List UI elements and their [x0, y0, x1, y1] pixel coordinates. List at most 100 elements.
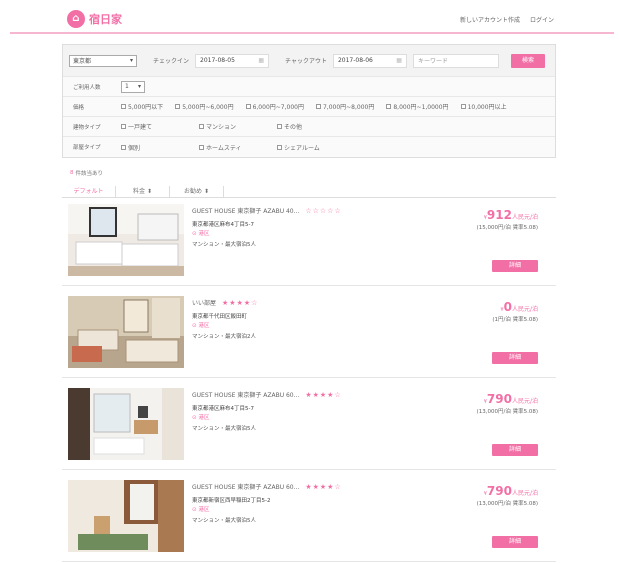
logo[interactable]: ⌂ 宿日家 [67, 10, 122, 28]
checkbox[interactable] [121, 104, 126, 109]
listing-card[interactable]: GUEST HOUSE 東京獅子 AZABU 60... ★★★★☆ 東京都新宿… [62, 474, 556, 562]
signup-link[interactable]: 新しいアカウント作成 [460, 15, 520, 24]
listing-card[interactable]: GUEST HOUSE 東京獅子 AZABU 40... ☆☆☆☆☆ 東京都港区… [62, 198, 556, 286]
area-select[interactable]: 東京都 ▾ [69, 54, 137, 67]
checkbox[interactable] [199, 124, 204, 129]
checkbox[interactable] [199, 144, 204, 150]
type-option[interactable]: その他 [277, 122, 302, 131]
checkbox[interactable] [315, 104, 321, 109]
listing-title-row: GUEST HOUSE 東京獅子 AZABU 60... ★★★★☆ [192, 482, 342, 492]
login-link[interactable]: ログイン [530, 15, 554, 24]
price-unit: 人民元/泊 [511, 306, 538, 313]
listing-title[interactable]: GUEST HOUSE 東京獅子 AZABU 60... [192, 390, 299, 399]
details-button[interactable]: 詳細 [492, 352, 538, 364]
room-option[interactable]: 個別 [121, 143, 187, 152]
sort-arrow-icon: ⬍ [203, 188, 209, 195]
type-option[interactable]: 一戸建て [121, 122, 187, 131]
details-button[interactable]: 詳細 [492, 444, 538, 456]
checkout-input[interactable]: 2017-08-06 ▦ [332, 53, 407, 68]
listing-photo[interactable] [68, 204, 184, 276]
checkbox[interactable] [121, 144, 126, 150]
listing-title[interactable]: いい部屋 [192, 298, 216, 307]
rating-stars: ★★★★☆ [305, 482, 342, 491]
guests-row: ご利用人数 1 ▾ [63, 77, 555, 97]
building-type-label: 建物タイプ [73, 124, 101, 131]
result-count-suffix: 件該当あり [75, 171, 104, 177]
checkbox[interactable] [245, 104, 251, 109]
price-option[interactable]: 10,000円以上 [460, 102, 507, 111]
room-type-row: 部屋タイプ 個別 ホームスティ シェアルーム [63, 137, 555, 157]
type-option[interactable]: マンション [199, 122, 265, 131]
rating-stars: ★★★★☆ [305, 390, 342, 399]
tab-price-label: 料金 [133, 188, 146, 195]
price-option-label: 10,000円以上 [467, 104, 507, 111]
price-option[interactable]: 7,000円~8,000円 [315, 102, 375, 111]
price-sub: (1円/泊 賃率5.08) [492, 317, 538, 323]
checkbox[interactable] [277, 144, 282, 150]
listing-address: 東京都新宿区西早稲田2丁目5-2 [192, 498, 271, 504]
tab-recommended[interactable]: お勧め ⬍ [170, 186, 224, 197]
price-option-label: 7,000円~8,000円 [322, 104, 375, 111]
listing-photo[interactable] [68, 480, 184, 552]
listing-price: ¥912人民元/泊 (15,000円/泊 賃率5.08) [477, 208, 538, 231]
search-panel: 東京都 ▾ チェックイン 2017-08-05 ▦ チャックアウト 2017-0… [62, 44, 556, 158]
result-count-number: 8 [70, 170, 74, 176]
keyword-placeholder: キーワード [417, 58, 448, 65]
listing-area: ⊙ 港区 [192, 321, 209, 329]
search-button[interactable]: 検索 [510, 53, 545, 68]
type-option-label: 一戸建て [128, 124, 153, 131]
listing-title[interactable]: GUEST HOUSE 東京獅子 AZABU 40... [192, 206, 299, 215]
details-button[interactable]: 詳細 [492, 260, 538, 272]
logo-text: 宿日家 [89, 13, 122, 26]
room-option-label: 個別 [128, 144, 141, 152]
checkin-label: チェックイン [153, 58, 190, 65]
room-option-label: シェアルーム [284, 144, 320, 152]
listing-photo[interactable] [68, 388, 184, 460]
checkbox[interactable] [386, 104, 392, 109]
listing-area: ⊙ 港区 [192, 413, 209, 421]
checkbox[interactable] [460, 104, 466, 109]
listing-card[interactable]: いい部屋 ★★★★☆ 東京都千代田区飯田町 ⊙ 港区 マンション・最大宿泊2人 … [62, 290, 556, 378]
listing-title[interactable]: GUEST HOUSE 東京獅子 AZABU 60... [192, 482, 299, 491]
room-option[interactable]: ホームスティ [199, 143, 265, 152]
listing-area: ⊙ 港区 [192, 505, 209, 513]
sort-tabs: デフォルト 料金 ⬍ お勧め ⬍ [62, 186, 556, 198]
guests-select[interactable]: 1 ▾ [121, 80, 145, 93]
listing-address: 東京都千代田区飯田町 [192, 314, 248, 320]
guests-value: 1 [125, 83, 129, 90]
price-option-label: 8,000円~1,0000円 [393, 104, 449, 111]
listing-area: ⊙ 港区 [192, 229, 209, 237]
checkbox[interactable] [175, 104, 181, 109]
price-option[interactable]: 5,000円以下 [121, 102, 163, 111]
price-option[interactable]: 6,000円~7,000円 [245, 102, 304, 111]
checkin-input[interactable]: 2017-08-05 ▦ [195, 53, 270, 68]
listing-card[interactable]: GUEST HOUSE 東京獅子 AZABU 60... ★★★★☆ 東京都港区… [62, 382, 556, 470]
price-unit: 人民元/泊 [511, 214, 538, 221]
details-button[interactable]: 詳細 [492, 536, 538, 548]
room-type-label: 部屋タイプ [73, 145, 101, 151]
price-option-label: 5,000円以下 [128, 104, 164, 111]
keyword-input[interactable]: キーワード [412, 53, 499, 68]
site-header: ⌂ 宿日家 新しいアカウント作成 ログイン [10, 6, 614, 34]
checkbox[interactable] [121, 124, 126, 129]
checkout-value: 2017-08-06 [337, 57, 373, 64]
tab-default[interactable]: デフォルト [62, 186, 116, 197]
listing-price: ¥790人民元/泊 (13,000円/泊 賃率5.08) [477, 392, 538, 415]
rating-stars: ☆☆☆☆☆ [305, 206, 342, 215]
listing-capacity: マンション・最大宿泊2人 [192, 334, 257, 340]
price-option[interactable]: 5,000円~6,000円 [175, 102, 234, 111]
listing-price: ¥0人民元/泊 (1円/泊 賃率5.08) [492, 300, 538, 323]
price-sub: (15,000円/泊 賃率5.08) [476, 225, 538, 231]
building-type-row: 建物タイプ 一戸建て マンション その他 [63, 117, 555, 137]
checkout-label: チャックアウト [285, 58, 327, 65]
tab-price[interactable]: 料金 ⬍ [116, 186, 170, 197]
chevron-down-icon: ▾ [137, 83, 141, 90]
price-option[interactable]: 8,000円~1,0000円 [386, 102, 449, 111]
price-option-label: 6,000円~7,000円 [252, 104, 304, 111]
checkbox[interactable] [277, 124, 282, 129]
listing-photo[interactable] [68, 296, 184, 368]
room-option[interactable]: シェアルーム [277, 143, 320, 152]
search-main-row: 東京都 ▾ チェックイン 2017-08-05 ▦ チャックアウト 2017-0… [63, 45, 555, 77]
tab-recommended-label: お勧め [184, 188, 203, 195]
listing-area-text: 港区 [198, 415, 210, 421]
